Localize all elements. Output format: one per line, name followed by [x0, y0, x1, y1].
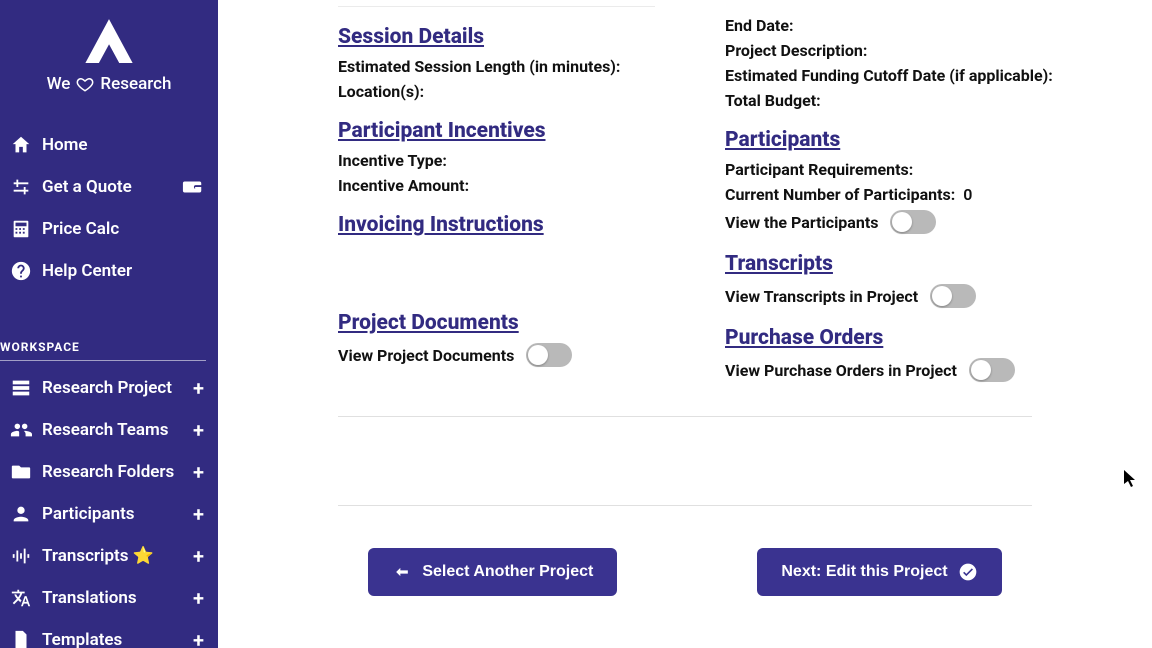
- workspace-divider: [0, 360, 206, 361]
- brand-tagline: We Research: [47, 74, 172, 94]
- ws-translations-label: Translations: [42, 588, 137, 608]
- footer-buttons: Select Another Project Next: Edit this P…: [218, 548, 1152, 596]
- plus-icon[interactable]: +: [193, 504, 204, 524]
- home-icon: [10, 134, 32, 156]
- incentive-type-field: Incentive Type:: [338, 151, 655, 170]
- ws-participants[interactable]: Participants +: [0, 493, 218, 535]
- ws-templates-label: Templates: [42, 630, 122, 648]
- end-date-field: End Date:: [725, 16, 1142, 35]
- participants-icon: [10, 503, 32, 525]
- view-project-documents-row: View Project Documents: [338, 343, 655, 367]
- waveform-icon: [10, 545, 32, 567]
- project-documents-heading: Project Documents: [338, 311, 655, 335]
- brand-logo: [82, 14, 136, 66]
- nav-help[interactable]: Help Center: [0, 250, 218, 292]
- file-icon: [10, 629, 32, 648]
- nav-quote[interactable]: Get a Quote: [0, 166, 218, 208]
- ws-transcripts-label: Transcripts ⭐: [42, 546, 154, 566]
- right-column: End Date: Project Description: Estimated…: [685, 0, 1152, 388]
- select-another-project-button[interactable]: Select Another Project: [368, 548, 617, 596]
- view-purchase-orders-toggle[interactable]: [969, 358, 1015, 382]
- divider: [338, 6, 655, 7]
- purchase-orders-heading: Purchase Orders: [725, 326, 1142, 350]
- tagline-pre: We: [47, 74, 71, 94]
- participants-heading: Participants: [725, 128, 1142, 152]
- translate-icon: [10, 587, 32, 609]
- wallet-icon: [182, 176, 204, 198]
- ws-research-folders[interactable]: Research Folders +: [0, 451, 218, 493]
- next-edit-label: Next: Edit this Project: [781, 563, 947, 581]
- current-participants-field: Current Number of Participants: 0: [725, 185, 1142, 204]
- locations-field: Location(s):: [338, 82, 655, 101]
- sliders-icon: [10, 176, 32, 198]
- next-edit-project-button[interactable]: Next: Edit this Project: [757, 548, 1001, 596]
- nav-help-label: Help Center: [42, 261, 132, 281]
- folder-icon: [10, 461, 32, 483]
- current-participants-value: 0: [963, 185, 972, 204]
- plus-icon[interactable]: +: [193, 378, 204, 398]
- primary-nav: Home Get a Quote Price Calc Help Center: [0, 124, 218, 292]
- check-circle-icon: [958, 562, 978, 582]
- transcripts-heading: Transcripts: [725, 252, 1142, 276]
- funding-cutoff-field: Estimated Funding Cutoff Date (if applic…: [725, 66, 1142, 85]
- main-content: Session Details Estimated Session Length…: [218, 0, 1152, 648]
- ws-translations[interactable]: Translations +: [0, 577, 218, 619]
- incentive-amount-field: Incentive Amount:: [338, 176, 655, 195]
- participant-requirements-field: Participant Requirements:: [725, 160, 1142, 179]
- total-budget-field: Total Budget:: [725, 91, 1142, 110]
- sidebar: We Research Home Get a Quote Price Calc: [0, 0, 218, 648]
- tagline-post: Research: [100, 74, 171, 94]
- session-length-field: Estimated Session Length (in minutes):: [338, 57, 655, 76]
- view-project-documents-toggle[interactable]: [526, 343, 572, 367]
- nav-price[interactable]: Price Calc: [0, 208, 218, 250]
- ws-participants-label: Participants: [42, 504, 135, 524]
- brand-block: We Research: [0, 14, 218, 106]
- view-purchase-orders-label: View Purchase Orders in Project: [725, 361, 957, 380]
- ws-templates[interactable]: Templates +: [0, 619, 218, 648]
- plus-icon[interactable]: +: [193, 420, 204, 440]
- back-arrow-icon: [392, 562, 412, 582]
- ws-research-project-label: Research Project: [42, 378, 172, 398]
- session-details-heading: Session Details: [338, 25, 655, 49]
- team-icon: [10, 419, 32, 441]
- plus-icon[interactable]: +: [193, 546, 204, 566]
- nav-price-label: Price Calc: [42, 219, 119, 239]
- view-purchase-orders-row: View Purchase Orders in Project: [725, 358, 1142, 382]
- view-participants-toggle[interactable]: [890, 210, 936, 234]
- invoicing-instructions-heading: Invoicing Instructions: [338, 213, 655, 237]
- select-another-label: Select Another Project: [422, 563, 593, 581]
- plus-icon[interactable]: +: [193, 630, 204, 648]
- ws-transcripts[interactable]: Transcripts ⭐ +: [0, 535, 218, 577]
- view-participants-label: View the Participants: [725, 213, 878, 232]
- view-transcripts-toggle[interactable]: [930, 284, 976, 308]
- ws-research-teams[interactable]: Research Teams +: [0, 409, 218, 451]
- view-transcripts-row: View Transcripts in Project: [725, 284, 1142, 308]
- participant-incentives-heading: Participant Incentives: [338, 119, 655, 143]
- question-icon: [10, 260, 32, 282]
- nav-home-label: Home: [42, 135, 88, 155]
- workspace-heading: WORKSPACE: [0, 340, 218, 360]
- nav-quote-label: Get a Quote: [42, 177, 132, 197]
- left-column: Session Details Estimated Session Length…: [218, 0, 685, 388]
- heart-icon: [76, 75, 94, 93]
- current-participants-label: Current Number of Participants:: [725, 185, 955, 204]
- project-description-field: Project Description:: [725, 41, 1142, 60]
- view-participants-row: View the Participants: [725, 210, 1142, 234]
- view-transcripts-label: View Transcripts in Project: [725, 287, 918, 306]
- plus-icon[interactable]: +: [193, 588, 204, 608]
- storage-icon: [10, 377, 32, 399]
- calculator-icon: [10, 218, 32, 240]
- ws-research-project[interactable]: Research Project +: [0, 367, 218, 409]
- footer-divider: [338, 505, 1032, 506]
- ws-research-folders-label: Research Folders: [42, 462, 174, 482]
- ws-research-teams-label: Research Teams: [42, 420, 169, 440]
- plus-icon[interactable]: +: [193, 462, 204, 482]
- nav-home[interactable]: Home: [0, 124, 218, 166]
- view-project-documents-label: View Project Documents: [338, 346, 514, 365]
